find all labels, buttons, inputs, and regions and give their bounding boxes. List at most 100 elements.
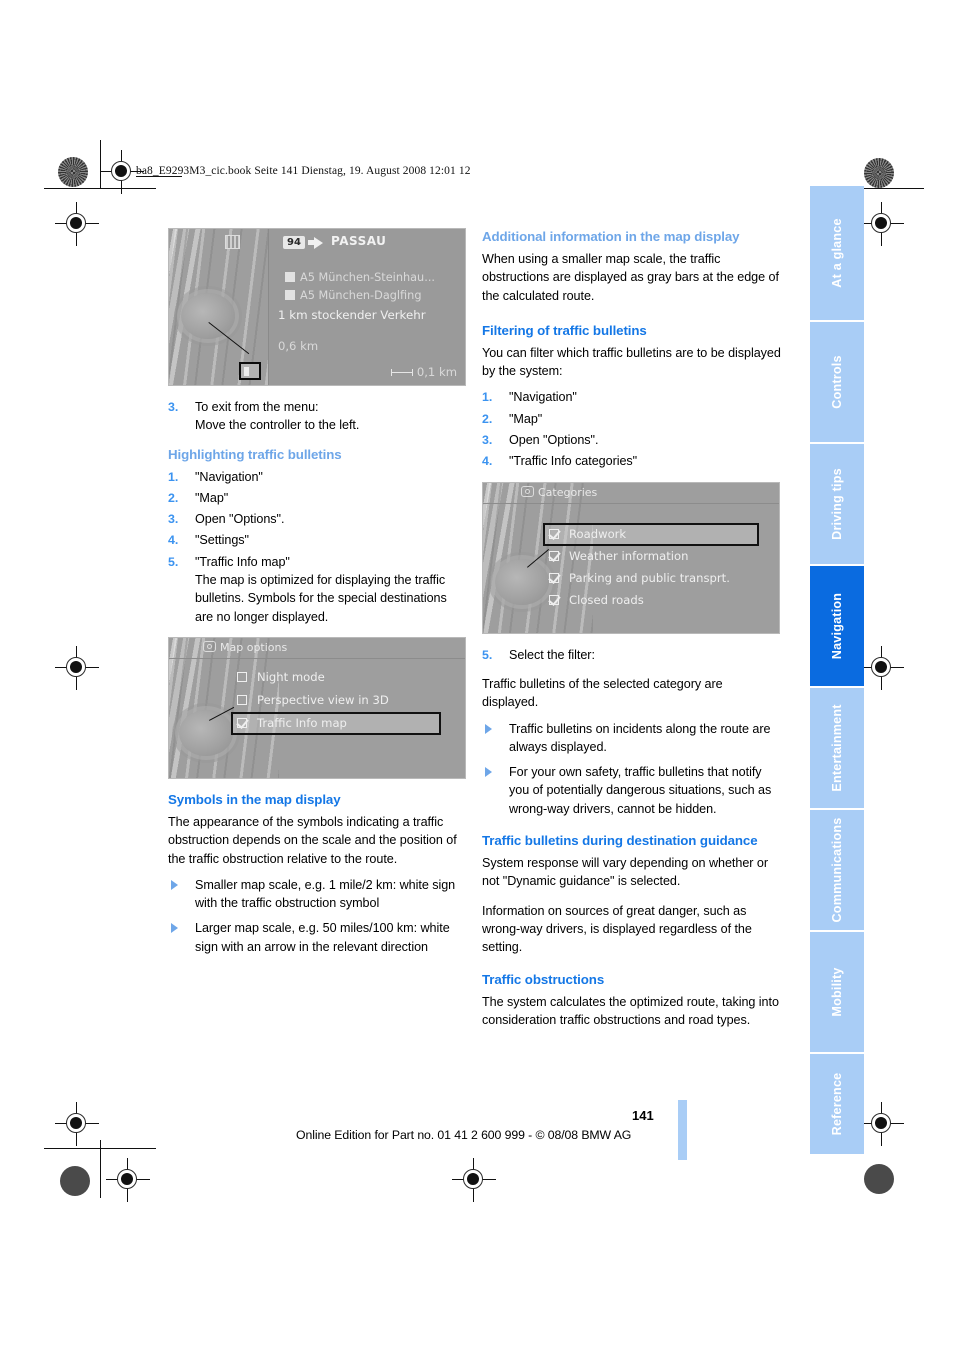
triangle-bullet-icon [171,879,178,890]
list-number: 1. [482,390,493,405]
heading-symbols-in-map-display: Symbols in the map display [168,791,341,807]
symbols-intro-text: The appearance of the symbols indicating… [168,814,457,866]
heading-filtering-traffic-bulletins: Filtering of traffic bulletins [482,322,647,338]
map-position-marker [495,558,549,605]
tab-label: Communications [830,817,844,923]
direction-arrow-icon [314,237,323,249]
tab-mobility[interactable]: Mobility [810,932,864,1052]
menu-item-label: Roadwork [569,526,627,541]
list-number: 4. [482,454,493,469]
left-column: 94 PASSAU A5 München-Steinhau... A5 Münc… [168,228,468,967]
checkbox-checked-icon[interactable] [237,717,247,728]
symbols-bullet-list: Smaller map scale, e.g. 1 mile/2 km: whi… [168,876,468,956]
filtering-intro-text: You can filter which traffic bulletins a… [482,345,781,379]
triangle-bullet-icon [171,923,178,934]
tab-entertainment[interactable]: Entertainment [810,688,864,808]
list-item: 2. "Map" [168,489,468,507]
list-item: 1. "Navigation" [168,468,468,486]
list-text: "Map" [509,411,543,426]
checkbox-unchecked-icon[interactable] [237,671,247,682]
menu-item-closed-roads[interactable]: Closed roads [545,591,757,610]
list-item: 3. Open "Options". [168,510,468,528]
list-item: 5. Select the filter: [482,646,782,664]
guidance-paragraph-2: Information on sources of great danger, … [482,903,752,955]
list-item: 1. "Navigation" [482,388,782,406]
chapter-tab-rail: At a glance Controls Driving tips Naviga… [810,186,864,1154]
checkbox-checked-icon[interactable] [549,594,559,605]
list-item: Traffic bulletins on incidents along the… [482,720,782,757]
tab-label: Reference [830,1072,844,1136]
list-item: 3. Open "Options". [482,431,782,449]
filtering-result-text: Traffic bulletins of the selected catego… [482,676,723,710]
tab-reference[interactable]: Reference [810,1054,864,1154]
tab-label: Mobility [830,967,844,1017]
tab-label: At a glance [830,218,844,288]
list-number: 1. [168,469,179,484]
menu-item-label: Night mode [257,669,325,684]
list-item: 4. "Traffic Info categories" [482,452,782,470]
additional-information-text: When using a smaller map scale, the traf… [482,252,779,303]
list-text: "Traffic Info map" [195,554,290,569]
menu-item-traffic-info-map[interactable]: Traffic Info map [231,711,441,735]
tab-navigation[interactable]: Navigation [810,566,864,686]
menu-item-label: Perspective view in 3D [257,692,389,707]
exit-menu-steps: 3. To exit from the menu: Move the contr… [168,398,468,435]
menu-item-label: Closed roads [569,592,644,607]
menu-item-parking-and-public-transport[interactable]: Parking and public transprt. [545,569,757,588]
checkbox-checked-icon[interactable] [549,528,559,539]
list-number: 5. [482,647,493,662]
traffic-bulletin-row-1: A5 München-Steinhau... [285,271,435,284]
list-subtext: The map is optimized for displaying the … [195,573,447,624]
filtering-bullet-list: Traffic bulletins on incidents along the… [482,720,782,818]
tab-label: Entertainment [830,704,844,792]
destination-label: PASSAU [331,234,387,248]
remaining-distance: 0,6 km [278,339,319,353]
menu-item-label: Parking and public transprt. [569,570,730,585]
footer-accent-bar [678,1100,687,1160]
map-options-list: Night mode Perspective view in 3D Traffi… [231,668,441,735]
checkbox-unchecked-icon[interactable] [237,694,247,705]
tab-label: Navigation [830,592,844,660]
tab-driving-tips[interactable]: Driving tips [810,444,864,564]
menu-item-perspective-view-3d[interactable]: Perspective view in 3D [233,691,439,710]
list-number: 2. [168,490,179,505]
menu-item-label: Traffic Info map [257,715,347,730]
list-subtext: Move the controller to the left. [195,418,360,433]
menu-item-night-mode[interactable]: Night mode [233,668,439,687]
heading-additional-information: Additional information in the map displa… [482,229,740,244]
list-item: 5. "Traffic Info map" The map is optimiz… [168,553,468,626]
map-position-marker [179,709,233,756]
screen-titlebar: Map options [169,638,465,659]
options-gear-icon [203,640,216,652]
traffic-status-text: 1 km stockender Verkehr [278,308,426,322]
filtering-steps: 1. "Navigation" 2. "Map" 3. Open "Option… [482,388,782,470]
list-text: "Map" [195,490,229,505]
tab-at-a-glance[interactable]: At a glance [810,186,864,320]
gray-bar-icon [285,290,295,300]
list-text: Select the filter: [509,647,595,662]
checkbox-checked-icon[interactable] [549,550,559,561]
highlighting-steps: 1. "Navigation" 2. "Map" 3. Open "Option… [168,468,468,626]
list-text: Larger map scale, e.g. 50 miles/100 km: … [195,921,450,954]
gray-bar-icon [285,272,295,282]
screen-titlebar: Categories [483,483,779,504]
list-text: To exit from the menu: [195,400,319,414]
heading-traffic-bulletins-during-destination-guidance: Traffic bulletins during destination gui… [482,833,758,849]
list-text: "Navigation" [195,469,263,484]
list-text: Open "Options". [195,512,285,527]
tab-communications[interactable]: Communications [810,810,864,930]
page-number: 141 [632,1108,654,1123]
triangle-bullet-icon [485,723,492,734]
screenshot-map-display: 94 PASSAU A5 München-Steinhau... A5 Münc… [168,228,466,386]
traffic-bulletin-row-2: A5 München-Daglfing [285,289,422,302]
tab-controls[interactable]: Controls [810,322,864,442]
list-item: 2. "Map" [482,410,782,428]
list-number: 3. [168,400,179,414]
menu-item-roadwork[interactable]: Roadwork [543,522,759,546]
heading-highlighting-traffic-bulletins: Highlighting traffic bulletins [168,446,342,462]
heading-traffic-obstructions: Traffic obstructions [482,971,605,987]
menu-item-weather-information[interactable]: Weather information [545,547,757,566]
guidance-paragraph-1: System response will vary depending on w… [482,856,768,889]
checkbox-checked-icon[interactable] [549,572,559,583]
filtering-step-5: 5. Select the filter: [482,646,782,664]
